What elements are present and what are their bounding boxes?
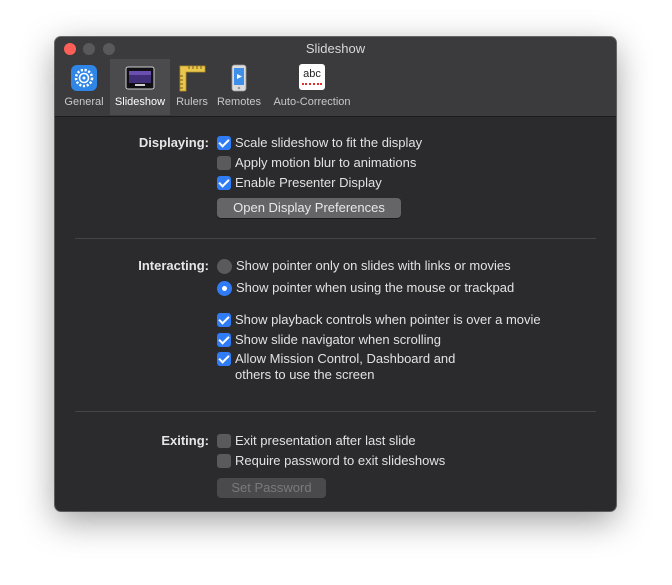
- tab-rulers[interactable]: Rulers: [172, 59, 212, 115]
- tab-slideshow[interactable]: Slideshow: [110, 59, 170, 115]
- presenter-display-checkbox[interactable]: [217, 176, 231, 190]
- separator: [75, 411, 596, 412]
- slideshow-pane: Displaying: Scale slideshow to fit the d…: [55, 117, 616, 511]
- pointer-mouse-trackpad-label: Show pointer when using the mouse or tra…: [236, 280, 515, 295]
- tab-auto-correction[interactable]: abc Auto-Correction: [266, 59, 358, 115]
- interacting-label: Interacting:: [138, 258, 209, 273]
- slide-navigator-label: Show slide navigator when scrolling: [235, 332, 441, 347]
- open-display-preferences-button[interactable]: Open Display Preferences: [217, 198, 401, 218]
- window-title: Slideshow: [305, 41, 366, 56]
- displaying-label: Displaying:: [138, 135, 209, 150]
- tab-remotes[interactable]: Remotes: [214, 59, 264, 115]
- abc-icon: abc: [299, 64, 325, 90]
- preferences-window: Slideshow General Slideshow Rulers Remot…: [55, 37, 616, 511]
- require-password-checkbox[interactable]: [217, 454, 231, 468]
- mission-control-label-line2: others to use the screen: [235, 367, 375, 382]
- tab-general-label: General: [64, 96, 104, 108]
- tab-remotes-label: Remotes: [216, 96, 262, 108]
- separator: [75, 238, 596, 239]
- pointer-mouse-trackpad-radio[interactable]: [217, 281, 232, 296]
- scale-slideshow-label: Scale slideshow to fit the display: [235, 135, 423, 150]
- tab-rulers-label: Rulers: [176, 96, 208, 108]
- slideshow-icon: [125, 64, 155, 97]
- tab-slideshow-label: Slideshow: [114, 96, 166, 108]
- exit-after-last-slide-checkbox[interactable]: [217, 434, 231, 448]
- require-password-label: Require password to exit slideshows: [235, 453, 446, 468]
- mission-control-label: Allow Mission Control, Dashboard and: [235, 351, 456, 366]
- motion-blur-checkbox[interactable]: [217, 156, 231, 170]
- ruler-icon: [177, 64, 207, 97]
- slide-navigator-checkbox[interactable]: [217, 333, 231, 347]
- tab-auto-correction-label: Auto-Correction: [273, 96, 351, 108]
- playback-controls-label: Show playback controls when pointer is o…: [235, 312, 541, 327]
- set-password-button[interactable]: Set Password: [217, 478, 326, 498]
- pointer-links-movies-radio[interactable]: [217, 259, 232, 274]
- presenter-display-label: Enable Presenter Display: [235, 175, 382, 190]
- playback-controls-checkbox[interactable]: [217, 313, 231, 327]
- titlebar: Slideshow General Slideshow Rulers Remot…: [55, 37, 616, 117]
- exit-after-last-slide-label: Exit presentation after last slide: [235, 433, 416, 448]
- gear-icon: [70, 64, 98, 97]
- scale-slideshow-checkbox[interactable]: [217, 136, 231, 150]
- pointer-links-movies-label: Show pointer only on slides with links o…: [236, 258, 511, 273]
- abc-icon-text: abc: [303, 68, 321, 80]
- tab-general[interactable]: General: [60, 59, 108, 115]
- remote-icon: [229, 64, 249, 97]
- mission-control-checkbox[interactable]: [217, 352, 231, 366]
- exiting-label: Exiting:: [161, 433, 209, 448]
- motion-blur-label: Apply motion blur to animations: [235, 155, 417, 170]
